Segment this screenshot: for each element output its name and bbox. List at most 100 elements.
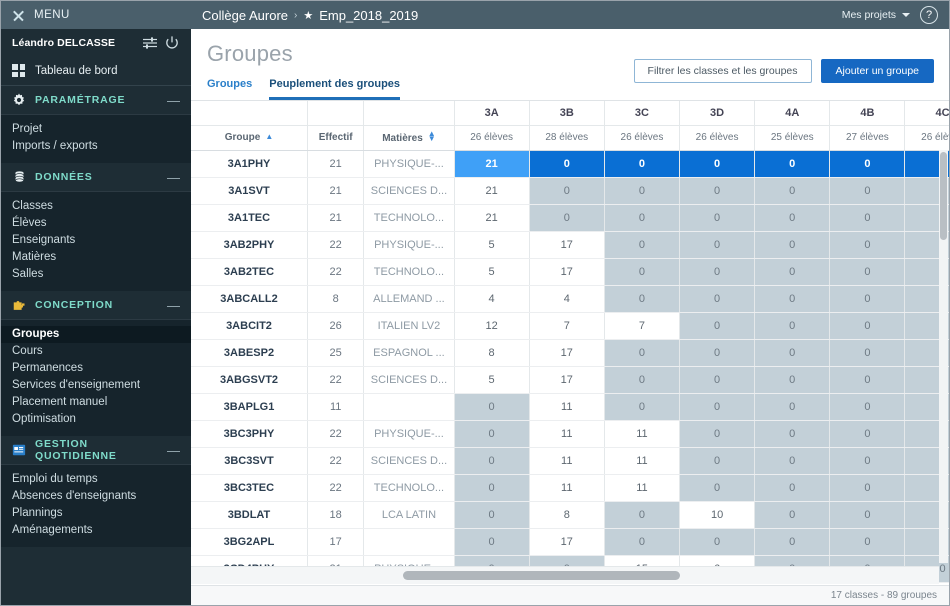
cell-count-4B[interactable]: 0 (830, 420, 905, 447)
cell-group[interactable]: 3A1SVT (191, 177, 307, 204)
cell-count-4B[interactable]: 0 (830, 258, 905, 285)
cell-count-4A[interactable]: 0 (755, 366, 830, 393)
cell-count-4B[interactable]: 0 (830, 366, 905, 393)
table-row[interactable]: 3BAPLG1110110000000 (191, 393, 949, 420)
class-header-3D[interactable]: 3D (680, 101, 755, 125)
cell-count-3A[interactable]: 5 (454, 258, 529, 285)
cell-count-3B[interactable]: 17 (529, 528, 604, 555)
cell-count-4B[interactable]: 0 (830, 177, 905, 204)
cell-count-3B[interactable]: 11 (529, 420, 604, 447)
cell-count-3B[interactable]: 0 (529, 177, 604, 204)
sidebar-section-header-gestion-quotidienne[interactable]: GESTION QUOTIDIENNE— (1, 436, 191, 465)
cell-matieres[interactable]: ESPAGNOL ... (364, 339, 454, 366)
cell-count-3C[interactable]: 0 (604, 177, 679, 204)
cell-count-3A[interactable]: 21 (454, 204, 529, 231)
table-row[interactable]: 3ABESP225ESPAGNOL ...8170000000 (191, 339, 949, 366)
cell-count-3A[interactable]: 8 (454, 339, 529, 366)
cell-matieres[interactable]: SCIENCES D... (364, 366, 454, 393)
cell-count-3A[interactable]: 0 (454, 474, 529, 501)
class-header-3A[interactable]: 3A (454, 101, 529, 125)
cell-group[interactable]: 3ABCALL2 (191, 285, 307, 312)
cell-count-3C[interactable]: 11 (604, 420, 679, 447)
cell-matieres[interactable]: TECHNOLO... (364, 474, 454, 501)
cell-count-3C[interactable]: 0 (604, 393, 679, 420)
cell-count-3C[interactable]: 11 (604, 474, 679, 501)
table-row[interactable]: 3ABCIT226ITALIEN LV21277000000 (191, 312, 949, 339)
close-icon[interactable] (12, 9, 25, 22)
cell-count-4A[interactable]: 0 (755, 258, 830, 285)
sliders-icon[interactable] (142, 35, 158, 51)
cell-group[interactable]: 3BC3PHY (191, 420, 307, 447)
cell-count-3C[interactable]: 0 (604, 204, 679, 231)
cell-count-4B[interactable]: 0 (830, 501, 905, 528)
horizontal-scrollbar-thumb[interactable] (403, 571, 680, 580)
cell-count-4A[interactable]: 0 (755, 150, 830, 177)
collapse-icon[interactable]: — (167, 299, 180, 312)
vertical-scrollbar[interactable] (939, 150, 948, 563)
cell-count-3D[interactable]: 0 (680, 339, 755, 366)
cell-count-3A[interactable]: 0 (454, 528, 529, 555)
sidebar-item-projet[interactable]: Projet (1, 121, 191, 138)
cell-group[interactable]: 3BC3TEC (191, 474, 307, 501)
cell-count-4A[interactable]: 0 (755, 339, 830, 366)
sidebar-section-header-donn-es[interactable]: DONNÉES— (1, 163, 191, 192)
cell-count-3C[interactable]: 0 (604, 339, 679, 366)
cell-count-3B[interactable]: 0 (529, 150, 604, 177)
table-row[interactable]: 3A1SVT21SCIENCES D...2100000000 (191, 177, 949, 204)
cell-count-3A[interactable]: 21 (454, 177, 529, 204)
sort-asc-icon[interactable]: ▲ (265, 132, 273, 141)
cell-count-3B[interactable]: 17 (529, 231, 604, 258)
cell-count-3C[interactable]: 0 (604, 501, 679, 528)
cell-count-3D[interactable]: 0 (680, 258, 755, 285)
cell-count-4B[interactable]: 0 (830, 312, 905, 339)
cell-group[interactable]: 3AB2PHY (191, 231, 307, 258)
cell-count-3D[interactable]: 0 (680, 231, 755, 258)
cell-count-4B[interactable]: 0 (830, 447, 905, 474)
cell-count-3A[interactable]: 21 (454, 150, 529, 177)
cell-count-4A[interactable]: 0 (755, 420, 830, 447)
sidebar-item-classes[interactable]: Classes (1, 198, 191, 215)
cell-count-4B[interactable]: 0 (830, 204, 905, 231)
cell-matieres[interactable]: PHYSIQUE-... (364, 420, 454, 447)
cell-count-3A[interactable]: 5 (454, 231, 529, 258)
cell-count-3D[interactable]: 0 (680, 447, 755, 474)
cell-count-3B[interactable]: 11 (529, 474, 604, 501)
cell-count-3C[interactable]: 0 (604, 150, 679, 177)
cell-matieres[interactable]: ALLEMAND ... (364, 285, 454, 312)
sidebar-item-l-ves[interactable]: Élèves (1, 215, 191, 232)
power-icon[interactable] (164, 35, 180, 51)
sidebar-item-cours[interactable]: Cours (1, 343, 191, 360)
cell-matieres[interactable] (364, 393, 454, 420)
horizontal-scrollbar[interactable] (191, 566, 939, 584)
cell-count-3B[interactable]: 0 (529, 204, 604, 231)
cell-group[interactable]: 3BC3SVT (191, 447, 307, 474)
cell-count-4A[interactable]: 0 (755, 474, 830, 501)
cell-matieres[interactable]: PHYSIQUE-... (364, 150, 454, 177)
sidebar-item-mati-res[interactable]: Matières (1, 249, 191, 266)
cell-count-3B[interactable]: 11 (529, 393, 604, 420)
cell-group[interactable]: 3A1TEC (191, 204, 307, 231)
cell-group[interactable]: 3ABESP2 (191, 339, 307, 366)
cell-count-4A[interactable]: 0 (755, 312, 830, 339)
cell-count-4B[interactable]: 0 (830, 474, 905, 501)
cell-count-4B[interactable]: 0 (830, 150, 905, 177)
vertical-scrollbar-thumb[interactable] (940, 152, 947, 240)
cell-count-3D[interactable]: 0 (680, 420, 755, 447)
cell-count-3D[interactable]: 0 (680, 474, 755, 501)
table-row[interactable]: 3ABGSVT222SCIENCES D...5170000000 (191, 366, 949, 393)
cell-count-3B[interactable]: 11 (529, 447, 604, 474)
cell-count-3D[interactable]: 0 (680, 204, 755, 231)
cell-group[interactable]: 3A1PHY (191, 150, 307, 177)
cell-count-3D[interactable]: 0 (680, 366, 755, 393)
star-icon[interactable]: ★ (303, 9, 313, 22)
menu-toggle-bar[interactable]: MENU (1, 1, 191, 29)
table-row[interactable]: 3ABCALL28ALLEMAND ...440000000 (191, 285, 949, 312)
cell-count-3A[interactable]: 0 (454, 393, 529, 420)
table-row[interactable]: 3BDLAT18LCA LATIN0801000000 (191, 501, 949, 528)
cell-count-3C[interactable]: 0 (604, 285, 679, 312)
class-header-4C[interactable]: 4C (905, 101, 949, 125)
cell-count-4B[interactable]: 0 (830, 339, 905, 366)
cell-count-3C[interactable]: 11 (604, 447, 679, 474)
cell-count-4A[interactable]: 0 (755, 447, 830, 474)
cell-count-3A[interactable]: 0 (454, 447, 529, 474)
